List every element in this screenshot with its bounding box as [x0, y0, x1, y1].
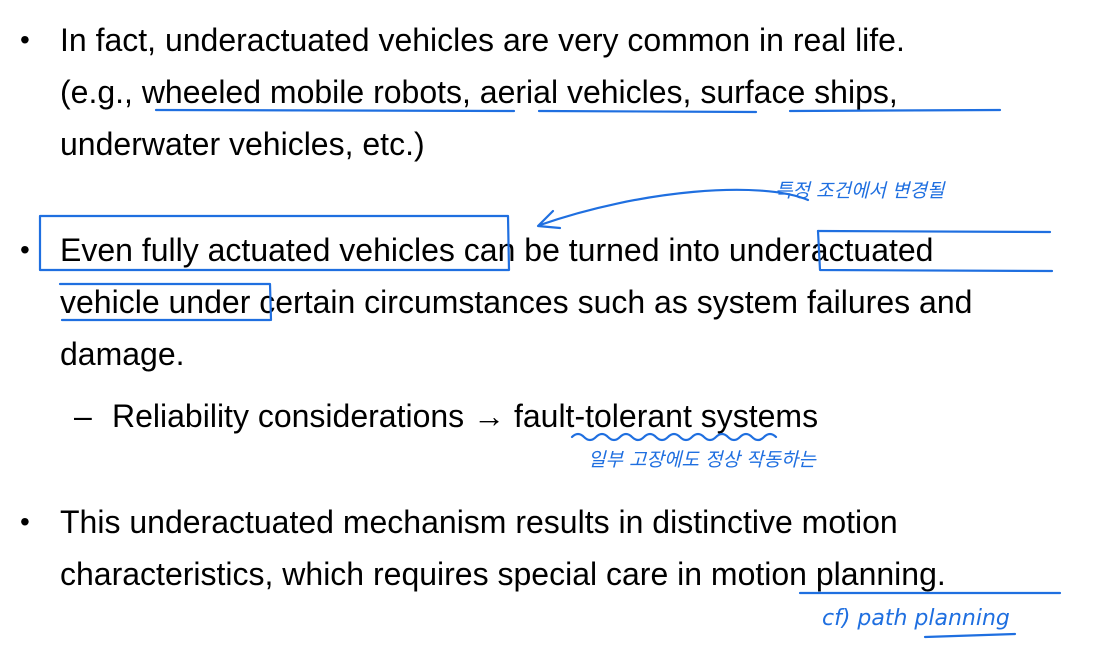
bullet-1-line-3: underwater vehicles, etc.) [60, 124, 425, 164]
term-underactuated: underactuated [728, 232, 934, 268]
bullet-1-line-2: (e.g., wheeled mobile robots, aerial veh… [60, 72, 898, 112]
bullet-2-line-1: Even fully actuated vehicles can be turn… [60, 230, 933, 270]
bullet-2-text-1b: can be turned into [454, 232, 729, 268]
bullet-2-line-2: vehicle under certain circumstances such… [60, 282, 972, 322]
annotation-note-fault-tolerant: 일부 고장에도 정상 작동하는 [588, 449, 816, 471]
arrow-curve [538, 188, 810, 227]
sub-bullet-line: Reliability considerations → fault-toler… [112, 396, 818, 436]
bullet-3-text-2a: characteristics, which requires special … [60, 556, 711, 592]
bullet-3: • [20, 506, 30, 537]
sub-text-reliability: Reliability considerations [112, 398, 474, 434]
underline-path-planning [923, 632, 1017, 639]
phrase-even-fully-actuated: Even fully actuated vehicles [60, 232, 455, 268]
bullet-3-text-1: This underactuated mechanism results in … [60, 504, 898, 540]
text-comma-1: , [462, 74, 480, 110]
bullet-3-text-2b: . [936, 556, 946, 592]
sub-space [505, 398, 514, 434]
bullet-2: • [20, 234, 30, 265]
bullet-1: • [20, 24, 30, 55]
bullet-1-text-1: In fact, underactuated vehicles are very… [60, 22, 905, 58]
sub-text-systems: systems [691, 398, 819, 434]
phrase-vehicle-under: vehicle under [60, 284, 251, 320]
term-fault-tolerant: fault-tolerant [513, 398, 692, 434]
bullet-3-line-2: characteristics, which requires special … [60, 554, 946, 594]
arrow-right-icon: → [473, 398, 506, 434]
bullet-1-text-3: underwater vehicles, etc.) [60, 126, 425, 162]
term-surface-ships: surface ships [700, 74, 889, 110]
annotation-note-top: 특정 조건에서 변경될 [775, 180, 945, 202]
bullet-2-text-3: damage. [60, 336, 185, 372]
arrow-head [536, 209, 562, 230]
bullet-2-text-2b: certain circumstances such as system fai… [250, 284, 973, 320]
bullet-1-line-1: In fact, underactuated vehicles are very… [60, 20, 905, 60]
term-motion-planning: motion planning [710, 556, 937, 592]
text-comma-2: , [682, 74, 701, 110]
term-aerial-vehicles: aerial vehicles [479, 74, 683, 110]
text-comma-3: , [888, 74, 898, 110]
annotation-cf-path-planning: cf) path planning [822, 606, 1010, 631]
sub-bullet-dash: – [74, 398, 92, 434]
bullet-3-line-1: This underactuated mechanism results in … [60, 502, 898, 542]
bullet-2-line-3: damage. [60, 334, 185, 374]
text-eg-open: (e.g., [60, 74, 142, 110]
term-wheeled-mobile-robots: wheeled mobile robots [141, 74, 462, 110]
